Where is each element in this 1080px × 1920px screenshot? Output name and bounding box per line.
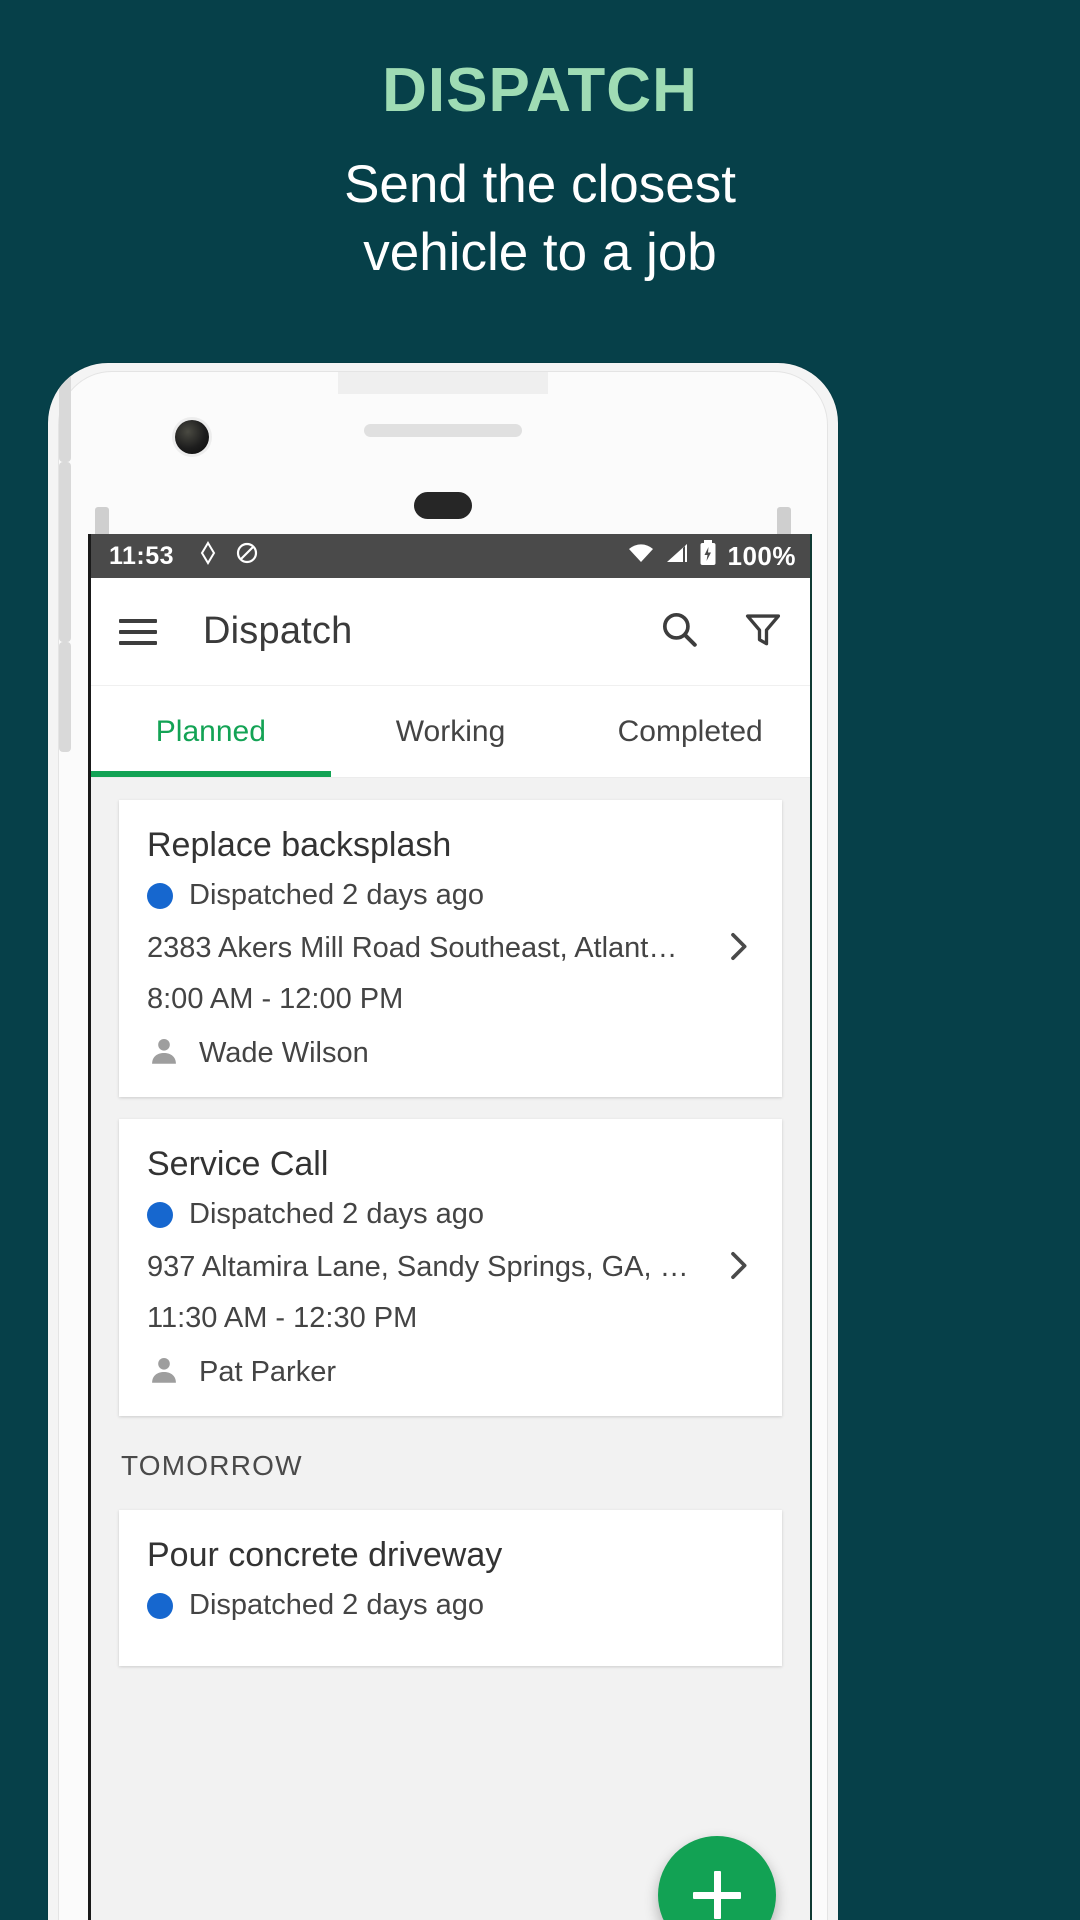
power-button	[59, 462, 71, 642]
add-job-fab[interactable]	[658, 1836, 776, 1920]
job-status: Dispatched 2 days ago	[147, 1589, 754, 1622]
job-status: Dispatched 2 days ago	[147, 879, 754, 912]
do-not-disturb-icon	[235, 541, 259, 572]
phone-mockup: 11:53 100% Dispatch Planned Working Comp…	[48, 363, 838, 1920]
earpiece-grill	[364, 424, 522, 437]
job-address: 937 Altamira Lane, Sandy Springs, GA, …	[147, 1251, 689, 1283]
phone-speaker	[414, 492, 472, 519]
wifi-icon	[627, 541, 655, 572]
status-dot-icon	[147, 1201, 173, 1228]
status-bar-left-icons	[196, 540, 259, 572]
person-icon	[147, 1034, 181, 1073]
tab-working-label: Working	[395, 714, 506, 748]
job-title: Service Call	[147, 1145, 329, 1183]
status-bar-right-icons: 100%	[627, 539, 797, 573]
job-assignee-name: Wade Wilson	[199, 1037, 369, 1069]
job-card[interactable]: Service Call Dispatched 2 days ago 937 A…	[119, 1119, 782, 1416]
job-card[interactable]: Pour concrete driveway Dispatched 2 days…	[119, 1510, 782, 1666]
tab-planned-label: Planned	[155, 714, 266, 748]
job-assignee: Wade Wilson	[147, 1034, 754, 1073]
promo-eyebrow: DISPATCH	[382, 56, 698, 125]
app-screen: 11:53 100% Dispatch Planned Working Comp…	[88, 534, 812, 1920]
section-header-tomorrow: TOMORROW	[121, 1450, 303, 1481]
app-bar: Dispatch	[91, 578, 810, 686]
job-list[interactable]: Replace backsplash Dispatched 2 days ago…	[91, 778, 810, 1920]
job-status-label: Dispatched 2 days ago	[189, 879, 485, 911]
volume-button	[59, 372, 71, 462]
job-title: Replace backsplash	[147, 826, 452, 864]
job-status-label: Dispatched 2 days ago	[189, 1198, 485, 1230]
tab-planned[interactable]: Planned	[91, 686, 331, 777]
chevron-right-icon[interactable]	[718, 1245, 758, 1290]
filter-icon[interactable]	[742, 608, 784, 655]
plus-icon	[693, 1871, 741, 1919]
front-camera-icon	[175, 420, 209, 454]
promo-header: DISPATCH Send the closest vehicle to a j…	[0, 0, 1080, 287]
status-bar: 11:53 100%	[91, 534, 810, 578]
job-status: Dispatched 2 days ago	[147, 1198, 754, 1231]
hamburger-menu-icon[interactable]	[119, 618, 157, 645]
cellular-signal-icon	[664, 541, 690, 572]
tab-working[interactable]: Working	[331, 686, 571, 777]
promo-headline: Send the closest vehicle to a job	[0, 151, 1080, 287]
page-title: Dispatch	[203, 610, 353, 652]
tab-bar: Planned Working Completed	[91, 686, 810, 778]
location-icon	[196, 540, 220, 572]
chevron-right-icon[interactable]	[718, 926, 758, 971]
status-dot-icon	[147, 882, 173, 909]
phone-top-shade	[338, 372, 548, 394]
tab-completed-label: Completed	[617, 714, 763, 748]
job-address: 2383 Akers Mill Road Southeast, Atlant…	[147, 932, 678, 964]
tab-completed[interactable]: Completed	[570, 686, 810, 777]
status-dot-icon	[147, 1592, 173, 1619]
extra-side-button	[59, 642, 71, 752]
battery-charging-icon	[699, 539, 717, 573]
person-icon	[147, 1353, 181, 1392]
promo-headline-line2: vehicle to a job	[363, 222, 717, 282]
search-icon[interactable]	[658, 608, 700, 655]
job-assignee: Pat Parker	[147, 1353, 754, 1392]
status-bar-time: 11:53	[109, 541, 175, 570]
app-bar-actions	[658, 608, 784, 655]
job-card[interactable]: Replace backsplash Dispatched 2 days ago…	[119, 800, 782, 1097]
job-assignee-name: Pat Parker	[199, 1356, 336, 1388]
battery-percentage: 100%	[727, 540, 796, 571]
job-title: Pour concrete driveway	[147, 1536, 503, 1574]
job-time: 8:00 AM - 12:00 PM	[147, 983, 404, 1015]
job-status-label: Dispatched 2 days ago	[189, 1589, 485, 1621]
job-time: 11:30 AM - 12:30 PM	[147, 1302, 418, 1334]
promo-headline-line1: Send the closest	[344, 155, 736, 215]
phone-body: 11:53 100% Dispatch Planned Working Comp…	[58, 371, 828, 1920]
